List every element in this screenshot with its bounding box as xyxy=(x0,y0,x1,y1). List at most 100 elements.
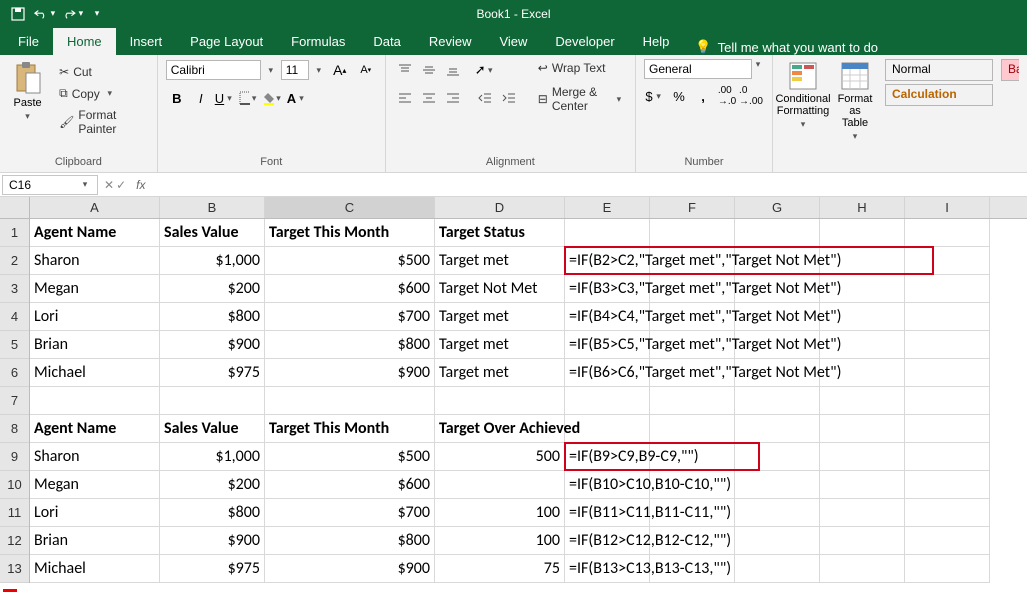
cell[interactable] xyxy=(905,499,990,527)
cell[interactable] xyxy=(905,359,990,387)
font-color-button[interactable]: A▾ xyxy=(286,87,308,109)
cell[interactable]: Sales Value xyxy=(160,219,265,247)
cell[interactable]: $700 xyxy=(265,303,435,331)
cell[interactable]: Target Over Achieved xyxy=(435,415,565,443)
percent-format-button[interactable]: % xyxy=(668,85,690,107)
cell[interactable]: Lori xyxy=(30,303,160,331)
paste-button[interactable]: Paste ▾ xyxy=(8,59,47,124)
cell[interactable] xyxy=(820,555,905,583)
cell[interactable] xyxy=(650,415,735,443)
row-header[interactable]: 8 xyxy=(0,415,29,443)
cell[interactable] xyxy=(265,387,435,415)
cell[interactable]: Target met xyxy=(435,247,565,275)
cell[interactable]: $600 xyxy=(265,275,435,303)
cell[interactable]: =IF(B10>C10,B10-C10,"") xyxy=(565,471,650,499)
cell[interactable]: $800 xyxy=(265,527,435,555)
cell[interactable]: Sharon xyxy=(30,443,160,471)
col-header-C[interactable]: C xyxy=(265,197,435,218)
cell[interactable] xyxy=(30,387,160,415)
col-header-G[interactable]: G xyxy=(735,197,820,218)
align-left-button[interactable] xyxy=(394,87,416,109)
cell[interactable]: $600 xyxy=(265,471,435,499)
cell[interactable] xyxy=(735,387,820,415)
font-family-dd[interactable]: ▾ xyxy=(265,65,277,76)
cell[interactable] xyxy=(905,247,990,275)
cell[interactable]: Megan xyxy=(30,275,160,303)
cell[interactable]: =IF(B5>C5,"Target met","Target Not Met") xyxy=(565,331,650,359)
cell[interactable]: Lori xyxy=(30,499,160,527)
cell[interactable]: =IF(B9>C9,B9-C9,"") xyxy=(565,443,650,471)
cell[interactable] xyxy=(735,527,820,555)
cell[interactable] xyxy=(735,415,820,443)
orientation-button[interactable]: ➚▾ xyxy=(474,59,496,81)
cell[interactable] xyxy=(435,471,565,499)
select-all-corner[interactable] xyxy=(0,197,30,219)
style-normal[interactable]: Normal xyxy=(885,59,993,81)
cell[interactable]: $1,000 xyxy=(160,247,265,275)
format-as-table-button[interactable]: Format as Table▾ xyxy=(833,59,877,144)
cell[interactable] xyxy=(905,303,990,331)
cell[interactable]: Brian xyxy=(30,331,160,359)
row-header[interactable]: 10 xyxy=(0,471,29,499)
cell[interactable] xyxy=(650,387,735,415)
cell[interactable] xyxy=(905,443,990,471)
tab-home[interactable]: Home xyxy=(53,28,116,55)
cell[interactable]: 500 xyxy=(435,443,565,471)
cell[interactable]: Target This Month xyxy=(265,219,435,247)
align-bottom-button[interactable] xyxy=(442,59,464,81)
row-header[interactable]: 1 xyxy=(0,219,29,247)
row-header[interactable]: 13 xyxy=(0,555,29,583)
col-header-B[interactable]: B xyxy=(160,197,265,218)
cell[interactable]: Michael xyxy=(30,359,160,387)
italic-button[interactable]: I xyxy=(190,87,212,109)
row-header[interactable]: 3 xyxy=(0,275,29,303)
formula-input[interactable] xyxy=(151,175,1027,195)
cell[interactable]: $200 xyxy=(160,275,265,303)
cell[interactable]: $500 xyxy=(265,443,435,471)
tab-page-layout[interactable]: Page Layout xyxy=(176,28,277,55)
cell[interactable]: Sales Value xyxy=(160,415,265,443)
cell[interactable]: $900 xyxy=(160,527,265,555)
tell-me-search[interactable]: 💡 Tell me what you want to do xyxy=(683,39,890,55)
cell[interactable] xyxy=(905,527,990,555)
tab-help[interactable]: Help xyxy=(629,28,684,55)
cell[interactable] xyxy=(905,471,990,499)
bold-button[interactable]: B xyxy=(166,87,188,109)
col-header-H[interactable]: H xyxy=(820,197,905,218)
col-header-A[interactable]: A xyxy=(30,197,160,218)
cell[interactable]: $700 xyxy=(265,499,435,527)
tab-insert[interactable]: Insert xyxy=(116,28,177,55)
align-top-button[interactable] xyxy=(394,59,416,81)
cell[interactable] xyxy=(650,219,735,247)
row-header[interactable]: 6 xyxy=(0,359,29,387)
cell[interactable]: 100 xyxy=(435,499,565,527)
cell[interactable]: $900 xyxy=(160,331,265,359)
cell[interactable]: $900 xyxy=(265,555,435,583)
tab-developer[interactable]: Developer xyxy=(541,28,628,55)
row-header[interactable]: 11 xyxy=(0,499,29,527)
cell[interactable] xyxy=(905,219,990,247)
style-bad[interactable]: Ba xyxy=(1001,59,1019,81)
cell[interactable] xyxy=(735,471,820,499)
cell[interactable]: $800 xyxy=(160,499,265,527)
cell[interactable] xyxy=(820,499,905,527)
cell[interactable]: $1,000 xyxy=(160,443,265,471)
cell[interactable]: Target Not Met xyxy=(435,275,565,303)
increase-indent-button[interactable] xyxy=(498,87,520,109)
cell[interactable]: =IF(B2>C2,"Target met","Target Not Met") xyxy=(565,247,650,275)
col-header-F[interactable]: F xyxy=(650,197,735,218)
cell[interactable] xyxy=(905,555,990,583)
tab-data[interactable]: Data xyxy=(359,28,414,55)
cell[interactable]: 100 xyxy=(435,527,565,555)
cell[interactable] xyxy=(565,219,650,247)
decrease-font-button[interactable]: A▾ xyxy=(355,59,377,81)
tab-review[interactable]: Review xyxy=(415,28,486,55)
undo-button[interactable]: ▾ xyxy=(34,3,58,25)
cell[interactable]: $800 xyxy=(265,331,435,359)
cell[interactable] xyxy=(735,219,820,247)
cell[interactable] xyxy=(735,555,820,583)
save-button[interactable] xyxy=(6,3,30,25)
tab-view[interactable]: View xyxy=(485,28,541,55)
row-header[interactable]: 7 xyxy=(0,387,29,415)
cell[interactable]: Agent Name xyxy=(30,415,160,443)
